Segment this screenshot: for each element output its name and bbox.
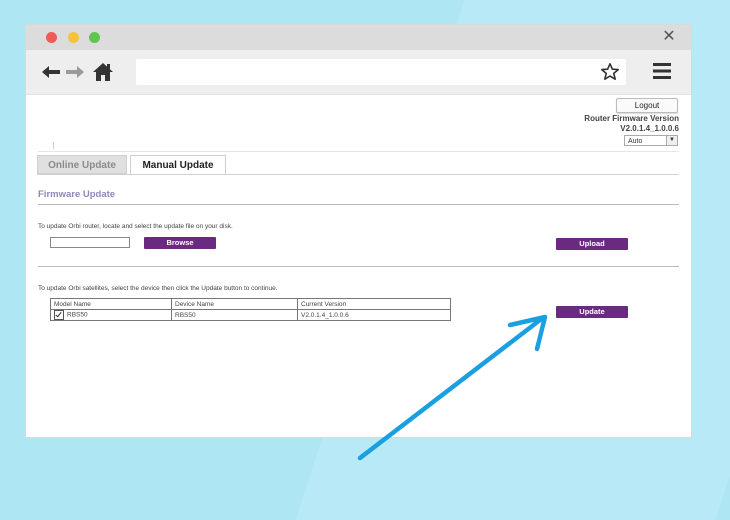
router-update-instruction: To update Orbi router, locate and select… bbox=[38, 223, 233, 230]
column-header-model: Model Name bbox=[50, 298, 172, 310]
logout-button[interactable]: Logout bbox=[616, 98, 678, 113]
maximize-window-dot[interactable] bbox=[89, 32, 100, 43]
table-header-row: Model Name Device Name Current Version bbox=[50, 298, 451, 310]
router-admin-page: Logout Router Firmware Version V2.0.1.4_… bbox=[26, 95, 691, 437]
browse-button[interactable]: Browse bbox=[144, 237, 216, 249]
forward-arrow-icon[interactable] bbox=[64, 61, 86, 83]
close-window-dot[interactable] bbox=[46, 32, 57, 43]
minimize-window-dot[interactable] bbox=[68, 32, 79, 43]
tab-underline bbox=[37, 174, 679, 175]
close-icon[interactable]: ✕ bbox=[661, 28, 677, 46]
upload-button[interactable]: Upload bbox=[556, 238, 628, 250]
file-path-input[interactable] bbox=[50, 237, 130, 248]
divider bbox=[38, 151, 679, 152]
firmware-version-info: Router Firmware Version V2.0.1.4_1.0.0.6 bbox=[584, 114, 679, 134]
table-row[interactable]: RBS50 RBS50 V2.0.1.4_1.0.0.6 bbox=[50, 309, 451, 321]
update-mode-select[interactable]: Auto ▼ bbox=[624, 135, 678, 146]
satellite-table: Model Name Device Name Current Version R… bbox=[50, 298, 451, 321]
bookmark-star-icon[interactable] bbox=[600, 62, 620, 82]
back-arrow-icon[interactable] bbox=[40, 61, 62, 83]
hamburger-menu-icon[interactable] bbox=[653, 63, 671, 79]
divider bbox=[38, 266, 679, 267]
current-version-cell: V2.0.1.4_1.0.0.6 bbox=[297, 309, 451, 321]
firmware-version-value: V2.0.1.4_1.0.0.6 bbox=[620, 124, 679, 133]
browser-window: ✕ Logout Router Firmware Version V2.0.1.… bbox=[26, 25, 691, 437]
divider bbox=[53, 142, 54, 149]
chevron-down-icon[interactable]: ▼ bbox=[666, 136, 677, 145]
tab-manual-update[interactable]: Manual Update bbox=[130, 155, 226, 174]
column-header-version: Current Version bbox=[297, 298, 451, 310]
device-checkbox[interactable] bbox=[54, 310, 64, 320]
model-name: RBS50 bbox=[67, 311, 88, 319]
section-title: Firmware Update bbox=[38, 189, 116, 200]
model-cell: RBS50 bbox=[50, 309, 172, 321]
address-bar[interactable] bbox=[136, 59, 626, 85]
divider bbox=[38, 204, 679, 205]
device-name-cell: RBS50 bbox=[171, 309, 298, 321]
update-mode-value: Auto bbox=[628, 138, 643, 145]
home-icon[interactable] bbox=[92, 61, 114, 83]
column-header-device: Device Name bbox=[171, 298, 298, 310]
satellite-update-instruction: To update Orbi satellites, select the de… bbox=[38, 285, 278, 292]
title-bar: ✕ bbox=[26, 25, 691, 50]
navigation-bar bbox=[26, 50, 691, 95]
firmware-version-label: Router Firmware Version bbox=[584, 114, 679, 123]
tab-online-update[interactable]: Online Update bbox=[37, 155, 127, 174]
update-button[interactable]: Update bbox=[556, 306, 628, 318]
